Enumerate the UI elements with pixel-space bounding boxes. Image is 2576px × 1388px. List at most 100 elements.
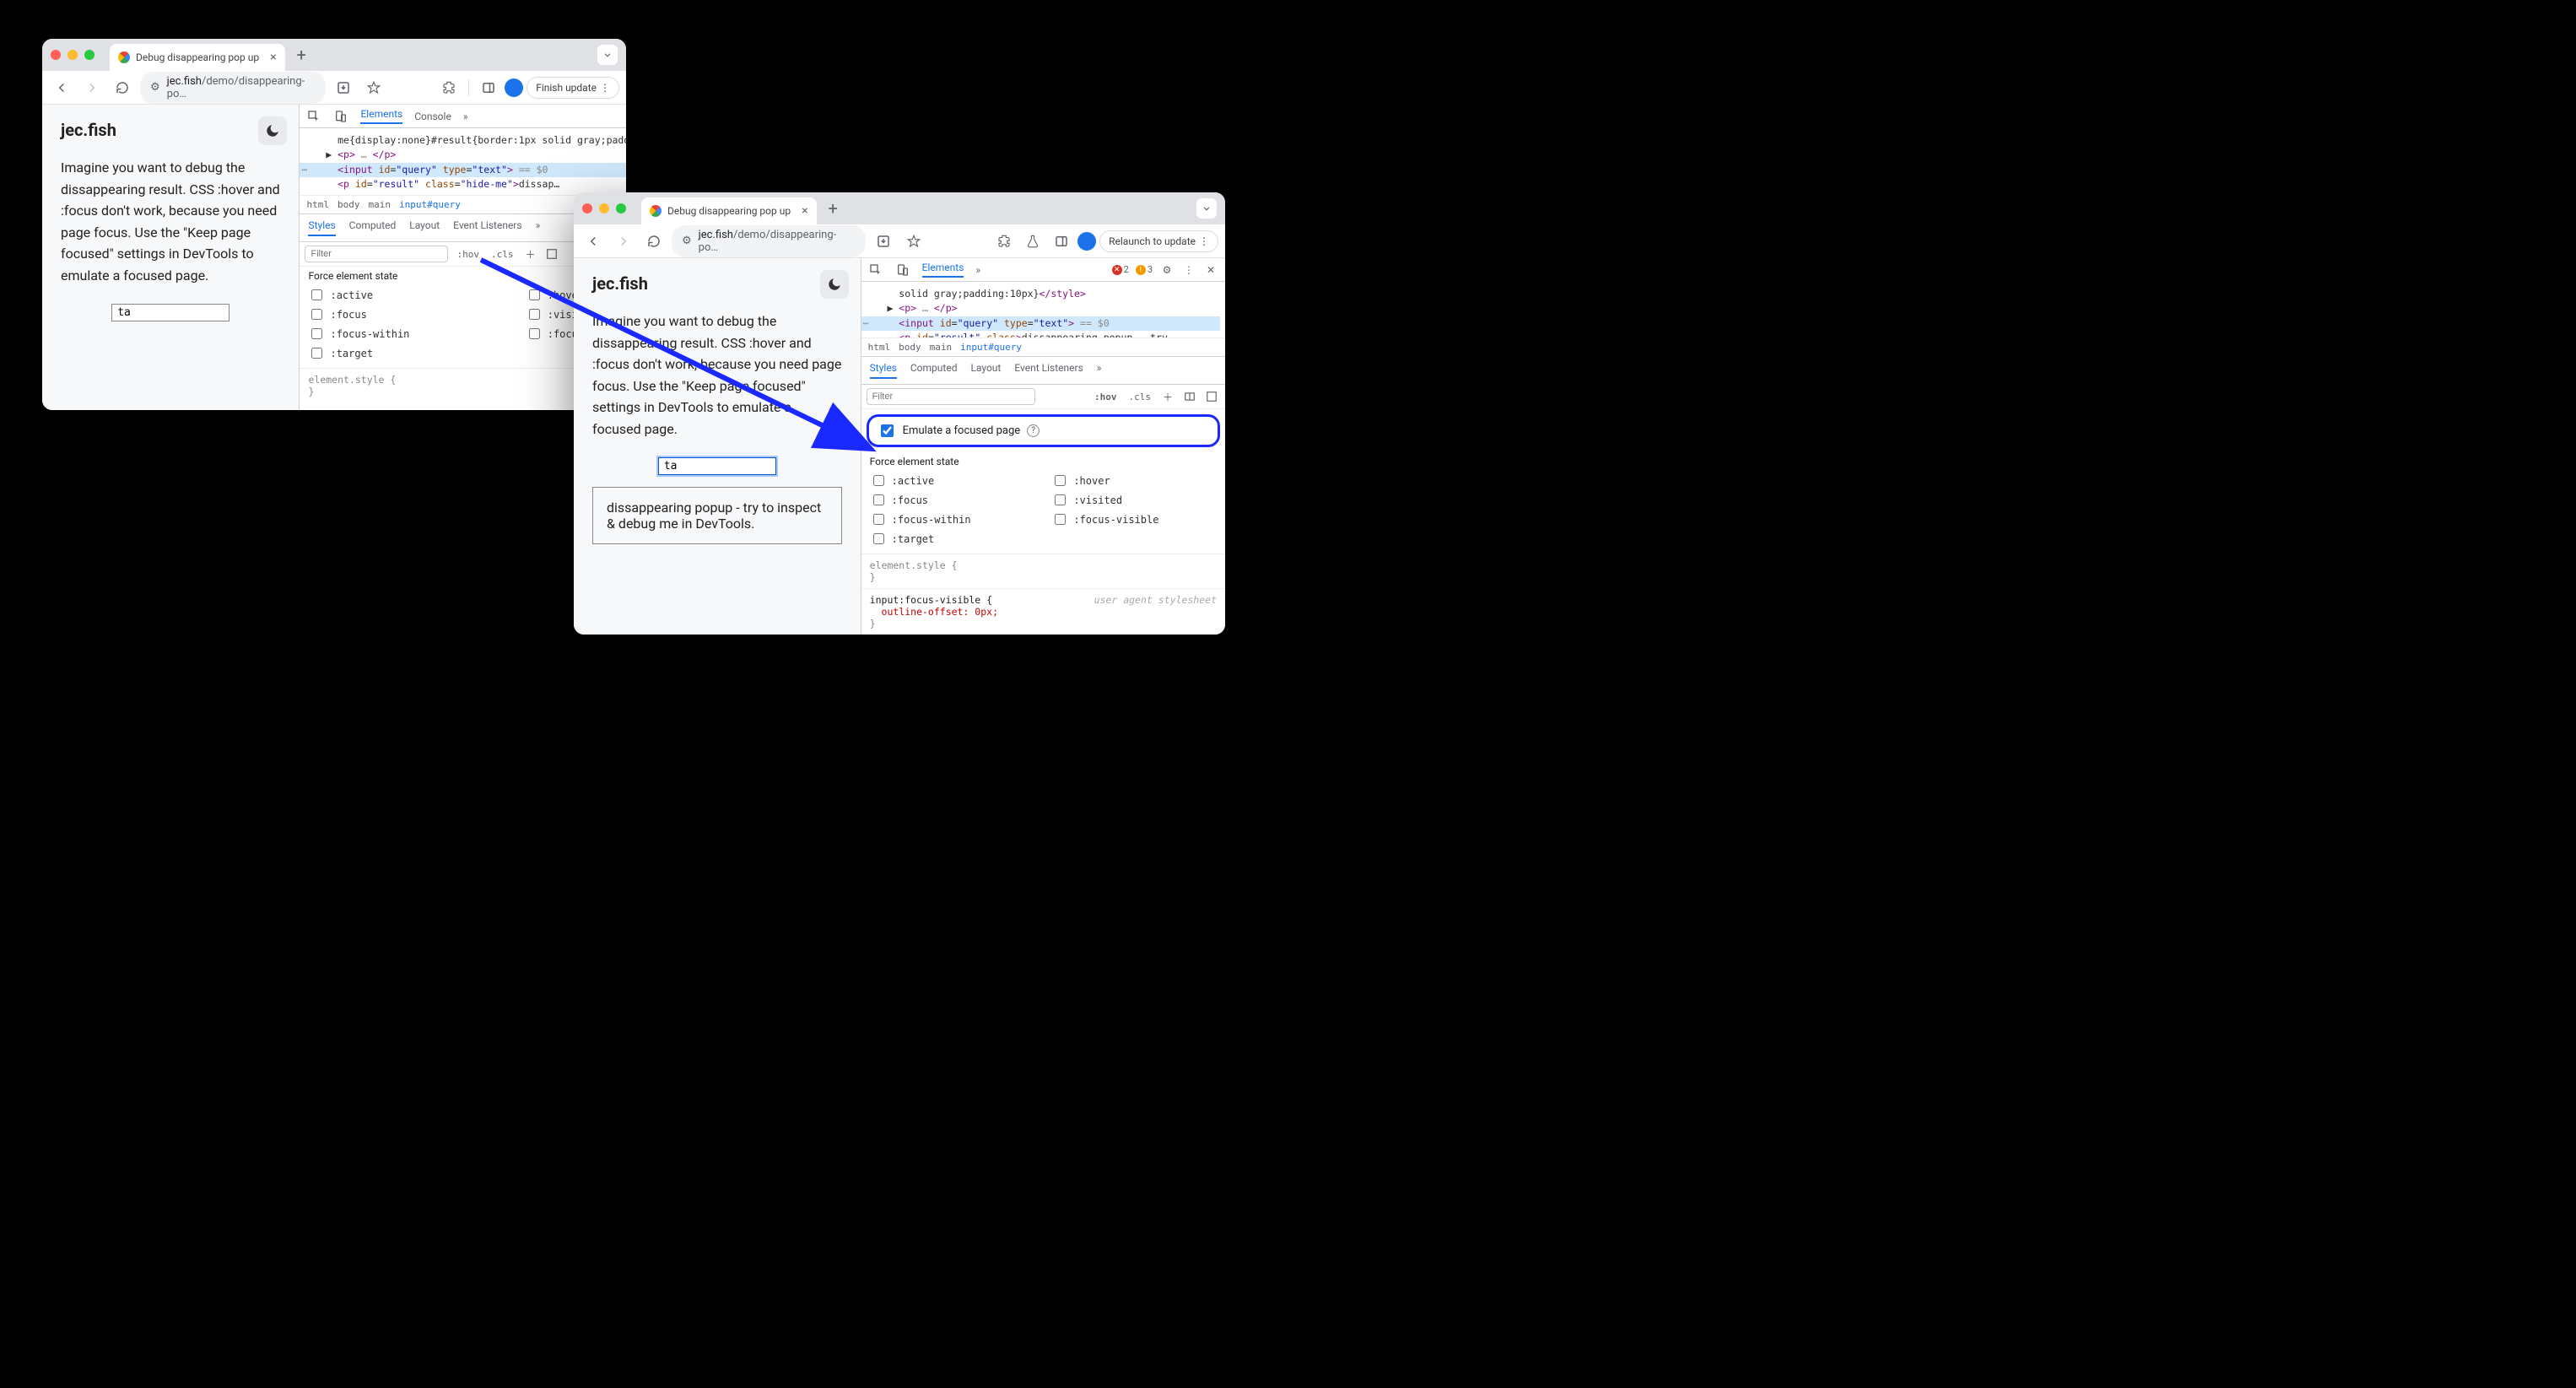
install-app-icon[interactable]: [331, 75, 356, 100]
state-focus-within[interactable]: :focus-within: [308, 326, 508, 342]
warning-badge[interactable]: !3: [1136, 264, 1153, 275]
forward-button[interactable]: [611, 229, 636, 254]
device-icon[interactable]: [333, 109, 348, 124]
crumb-main[interactable]: main: [368, 199, 391, 210]
address-bar[interactable]: ⚙ jec.fish/demo/disappearing-po…: [140, 72, 326, 104]
error-badge[interactable]: ✕2: [1112, 264, 1129, 275]
inspect-icon[interactable]: [306, 109, 321, 124]
close-tab-icon[interactable]: ×: [802, 204, 807, 218]
emulate-focused-page[interactable]: Emulate a focused page ?: [867, 414, 1220, 447]
minimize-window-icon[interactable]: [68, 50, 78, 60]
crumb-main[interactable]: main: [930, 342, 953, 353]
update-chip[interactable]: Relaunch to update⋮: [1099, 230, 1218, 252]
subtab-layout[interactable]: Layout: [409, 219, 440, 236]
element-style-block[interactable]: element.style {}: [861, 554, 1225, 588]
state-focus[interactable]: :focus: [870, 492, 1035, 508]
state-target[interactable]: :target: [870, 531, 1035, 547]
experiments-icon[interactable]: [1020, 229, 1045, 254]
tab-console[interactable]: Console: [414, 111, 451, 122]
device-icon[interactable]: [895, 262, 910, 278]
dom-tree[interactable]: solid gray;padding:10px}</style> ▶ <p> ……: [861, 282, 1225, 338]
subtab-computed[interactable]: Computed: [349, 219, 397, 236]
help-icon[interactable]: ?: [1027, 424, 1040, 437]
maximize-window-icon[interactable]: [616, 203, 626, 213]
profile-avatar[interactable]: [505, 78, 523, 97]
state-target[interactable]: :target: [308, 345, 508, 361]
subtab-events[interactable]: Event Listeners: [1014, 362, 1083, 379]
subtab-computed[interactable]: Computed: [910, 362, 958, 379]
state-active[interactable]: :active: [870, 473, 1035, 489]
computed-toggle-icon[interactable]: [543, 246, 560, 262]
subtab-overflow-icon[interactable]: »: [536, 219, 541, 236]
bookmark-icon[interactable]: [361, 75, 386, 100]
install-app-icon[interactable]: [871, 229, 896, 254]
state-focus[interactable]: :focus: [308, 306, 508, 322]
tab-overflow-button[interactable]: [597, 45, 618, 65]
crumb-input[interactable]: input#query: [399, 199, 461, 210]
theme-toggle[interactable]: [258, 116, 287, 145]
subtab-styles[interactable]: Styles: [870, 362, 897, 379]
extensions-icon[interactable]: [991, 229, 1017, 254]
cls-toggle[interactable]: .cls: [488, 247, 517, 262]
emulate-checkbox[interactable]: [881, 424, 894, 437]
state-active[interactable]: :active: [308, 287, 508, 303]
profile-avatar[interactable]: [1077, 232, 1096, 251]
side-panel-icon[interactable]: [1049, 229, 1074, 254]
new-rule-icon[interactable]: ＋: [521, 246, 538, 262]
back-button[interactable]: [49, 75, 74, 100]
site-settings-icon[interactable]: ⚙: [150, 81, 160, 94]
tab-elements[interactable]: Elements: [922, 262, 964, 278]
filter-input[interactable]: [305, 246, 448, 262]
subtab-events[interactable]: Event Listeners: [453, 219, 521, 236]
extensions-icon[interactable]: [436, 75, 462, 100]
close-window-icon[interactable]: [51, 50, 61, 60]
tab-overflow-icon[interactable]: »: [975, 264, 980, 276]
breadcrumb[interactable]: html body main input#query: [861, 338, 1225, 357]
computed-toggle-icon[interactable]: [1203, 388, 1220, 405]
reload-button[interactable]: [110, 75, 135, 100]
maximize-window-icon[interactable]: [84, 50, 95, 60]
back-button[interactable]: [581, 229, 606, 254]
ua-style-block[interactable]: user agent stylesheetinput:focus-visible…: [861, 588, 1225, 635]
browser-tab[interactable]: Debug disappearing pop up ×: [641, 197, 817, 224]
state-hover[interactable]: :hover: [1051, 473, 1217, 489]
close-devtools-icon[interactable]: ✕: [1203, 262, 1218, 278]
close-tab-icon[interactable]: ×: [270, 51, 276, 64]
more-icon[interactable]: ⋮: [1181, 262, 1196, 278]
new-rule-icon[interactable]: ＋: [1159, 388, 1176, 405]
crumb-body[interactable]: body: [899, 342, 921, 353]
filter-input[interactable]: [867, 388, 1035, 405]
inspect-icon[interactable]: [868, 262, 883, 278]
subtab-styles[interactable]: Styles: [308, 219, 335, 236]
crumb-html[interactable]: html: [306, 199, 329, 210]
new-tab-button[interactable]: +: [825, 200, 841, 217]
query-input[interactable]: [111, 304, 230, 321]
crumb-html[interactable]: html: [868, 342, 891, 353]
dom-tree[interactable]: me{display:none}#result{border:1px solid…: [300, 128, 626, 195]
settings-icon[interactable]: ⚙: [1159, 262, 1175, 278]
state-focus-within[interactable]: :focus-within: [870, 511, 1035, 527]
minimize-window-icon[interactable]: [599, 203, 609, 213]
tab-overflow-icon[interactable]: »: [463, 111, 468, 122]
address-bar[interactable]: ⚙ jec.fish/demo/disappearing-po…: [672, 225, 866, 257]
forward-button[interactable]: [79, 75, 105, 100]
hov-toggle[interactable]: :hov: [1091, 390, 1121, 404]
side-panel-icon[interactable]: [476, 75, 501, 100]
theme-toggle[interactable]: [820, 270, 849, 299]
close-window-icon[interactable]: [582, 203, 592, 213]
state-visited[interactable]: :visited: [1051, 492, 1217, 508]
subtab-overflow-icon[interactable]: »: [1097, 362, 1102, 379]
crumb-body[interactable]: body: [338, 199, 360, 210]
crumb-input[interactable]: input#query: [960, 342, 1022, 353]
tab-overflow-button[interactable]: [1196, 198, 1217, 219]
cls-toggle[interactable]: .cls: [1126, 390, 1155, 404]
query-input[interactable]: [658, 457, 776, 475]
bookmark-icon[interactable]: [901, 229, 926, 254]
new-tab-button[interactable]: +: [294, 46, 310, 63]
reload-button[interactable]: [641, 229, 667, 254]
update-chip[interactable]: Finish update⋮: [527, 77, 619, 99]
subtab-layout[interactable]: Layout: [970, 362, 1001, 379]
tab-elements[interactable]: Elements: [360, 108, 402, 124]
hov-toggle[interactable]: :hov: [453, 247, 483, 262]
toggle-icon[interactable]: [1181, 388, 1198, 405]
